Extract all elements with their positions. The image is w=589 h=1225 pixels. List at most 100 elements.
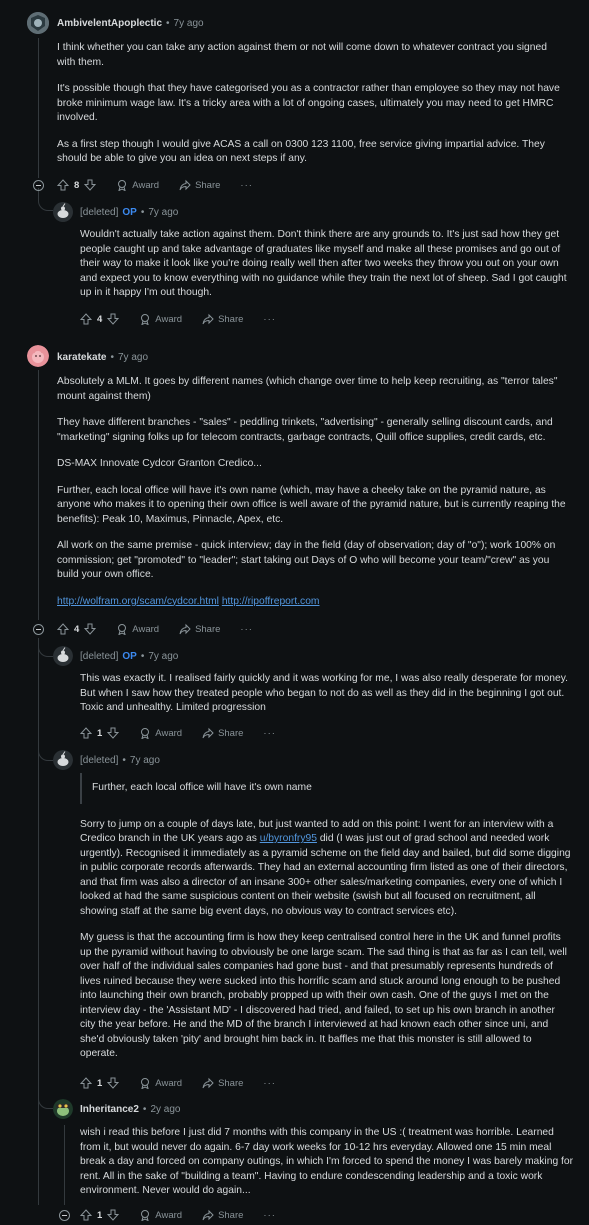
thread-branch bbox=[38, 700, 53, 761]
downvote-icon[interactable] bbox=[84, 179, 97, 191]
thread-branch bbox=[38, 188, 53, 211]
more-icon[interactable]: ··· bbox=[263, 1078, 276, 1089]
more-icon[interactable]: ··· bbox=[263, 1210, 276, 1221]
share-button[interactable]: Share bbox=[202, 313, 243, 325]
share-icon bbox=[202, 1209, 214, 1221]
vote-count: 4 bbox=[74, 623, 80, 635]
separator-dot: • bbox=[140, 651, 145, 662]
vote-control: 1 bbox=[80, 1077, 120, 1089]
upvote-icon[interactable] bbox=[57, 179, 69, 191]
collapse-icon[interactable] bbox=[33, 180, 44, 191]
downvote-icon[interactable] bbox=[107, 727, 120, 739]
award-icon bbox=[141, 728, 150, 739]
vote-count: 1 bbox=[97, 1209, 103, 1221]
downvote-icon[interactable] bbox=[84, 623, 97, 635]
more-icon[interactable]: ··· bbox=[240, 624, 253, 635]
comment-paragraph: Further, each local office will have it'… bbox=[57, 484, 566, 525]
more-icon[interactable]: ··· bbox=[263, 314, 276, 325]
award-button[interactable]: Award bbox=[139, 1077, 182, 1089]
share-button[interactable]: Share bbox=[202, 1209, 243, 1221]
upvote-icon[interactable] bbox=[80, 727, 92, 739]
comment-actions: 1 Award Share ··· bbox=[80, 1074, 276, 1092]
thread-line bbox=[38, 38, 39, 178]
share-button[interactable]: Share bbox=[202, 1077, 243, 1089]
comment-header: [deleted] OP • 7y ago bbox=[80, 207, 178, 218]
separator-dot: • bbox=[166, 18, 170, 29]
comment-age[interactable]: 7y ago bbox=[118, 352, 148, 363]
more-icon[interactable]: ··· bbox=[263, 728, 276, 739]
award-label: Award bbox=[155, 1077, 183, 1089]
upvote-icon[interactable] bbox=[57, 623, 69, 635]
share-label: Share bbox=[218, 1209, 244, 1221]
comment-paragraph: As a first step though I would give ACAS… bbox=[57, 138, 545, 165]
author-name[interactable]: Inheritance2 bbox=[80, 1104, 139, 1115]
downvote-icon[interactable] bbox=[107, 313, 120, 325]
more-icon[interactable]: ··· bbox=[240, 180, 253, 191]
comment-header: [deleted] OP • 7y ago bbox=[80, 651, 178, 662]
comment-age[interactable]: 7y ago bbox=[130, 755, 160, 766]
comment-paragraph: Sorry to jump on a couple of days late, … bbox=[80, 818, 572, 920]
author-name: [deleted] bbox=[80, 651, 119, 662]
comment-header: Inheritance2 • 2y ago bbox=[80, 1104, 180, 1115]
author-name[interactable]: AmbivelentApoplectic bbox=[57, 18, 162, 29]
share-button[interactable]: Share bbox=[179, 623, 220, 635]
comment-actions: 8 Award Share ··· bbox=[57, 176, 253, 194]
comment-body: wish i read this before I just did 7 mon… bbox=[80, 1126, 574, 1199]
avatar[interactable] bbox=[27, 12, 49, 34]
share-icon bbox=[202, 1077, 214, 1089]
award-button[interactable]: Award bbox=[139, 727, 182, 739]
share-button[interactable]: Share bbox=[202, 727, 243, 739]
links-paragraph: http://wolfram.org/scam/cydcor.html http… bbox=[57, 595, 569, 610]
award-icon bbox=[118, 624, 127, 635]
wolfram-link[interactable]: http://wolfram.org/scam/cydcor.html bbox=[57, 596, 219, 607]
comment-paragraph: It's possible though that they have cate… bbox=[57, 83, 560, 123]
user-mention-link[interactable]: u/byronfry95 bbox=[260, 833, 317, 844]
comment-paragraph: They have different branches - "sales" -… bbox=[57, 417, 553, 443]
upvote-icon[interactable] bbox=[80, 1077, 92, 1089]
share-label: Share bbox=[195, 179, 221, 191]
comment-age[interactable]: 7y ago bbox=[148, 651, 178, 662]
comment-actions: 1 Award Share ··· bbox=[80, 724, 276, 742]
comment-age[interactable]: 2y ago bbox=[150, 1104, 180, 1115]
upvote-icon[interactable] bbox=[80, 1209, 92, 1221]
comment-actions: 4 Award Share ··· bbox=[57, 620, 253, 638]
collapse-icon[interactable] bbox=[59, 1210, 70, 1221]
upvote-icon[interactable] bbox=[80, 313, 92, 325]
comment-paragraph: This was exactly it. I realised fairly q… bbox=[80, 673, 568, 713]
comment-header: AmbivelentApoplectic • 7y ago bbox=[57, 18, 204, 29]
share-button[interactable]: Share bbox=[179, 179, 220, 191]
comment-paragraph: Wouldn't actually take action against th… bbox=[80, 229, 567, 298]
comment-age[interactable]: 7y ago bbox=[174, 18, 204, 29]
vote-count: 1 bbox=[97, 1077, 103, 1089]
blockquote: Further, each local office will have it'… bbox=[80, 773, 572, 804]
award-button[interactable]: Award bbox=[139, 313, 182, 325]
comment-paragraph: Absolutely a MLM. It goes by different n… bbox=[57, 376, 558, 402]
vote-control: 8 bbox=[57, 179, 97, 191]
share-label: Share bbox=[218, 727, 244, 739]
comment-paragraph: wish i read this before I just did 7 mon… bbox=[80, 1127, 574, 1196]
op-badge: OP bbox=[122, 651, 137, 662]
downvote-icon[interactable] bbox=[107, 1077, 120, 1089]
comment-age[interactable]: 7y ago bbox=[148, 207, 178, 218]
collapse-icon[interactable] bbox=[33, 624, 44, 635]
vote-control: 1 bbox=[80, 1209, 120, 1221]
author-name: [deleted] bbox=[80, 755, 119, 766]
award-button[interactable]: Award bbox=[116, 179, 159, 191]
share-label: Share bbox=[218, 313, 244, 325]
award-button[interactable]: Award bbox=[116, 623, 159, 635]
award-label: Award bbox=[155, 727, 183, 739]
vote-count: 8 bbox=[74, 179, 80, 191]
author-name[interactable]: karatekate bbox=[57, 352, 106, 363]
downvote-icon[interactable] bbox=[107, 1209, 120, 1221]
share-label: Share bbox=[195, 623, 221, 635]
comment-header: karatekate • 7y ago bbox=[57, 352, 148, 363]
avatar[interactable] bbox=[53, 1099, 73, 1119]
award-icon bbox=[118, 180, 127, 191]
award-button[interactable]: Award bbox=[139, 1209, 182, 1221]
vote-control: 4 bbox=[57, 623, 97, 635]
share-icon bbox=[179, 179, 191, 191]
ripoffreport-link[interactable]: http://ripoffreport.com bbox=[222, 596, 320, 607]
award-icon bbox=[141, 1210, 150, 1221]
avatar bbox=[53, 750, 73, 770]
avatar[interactable] bbox=[27, 345, 49, 367]
